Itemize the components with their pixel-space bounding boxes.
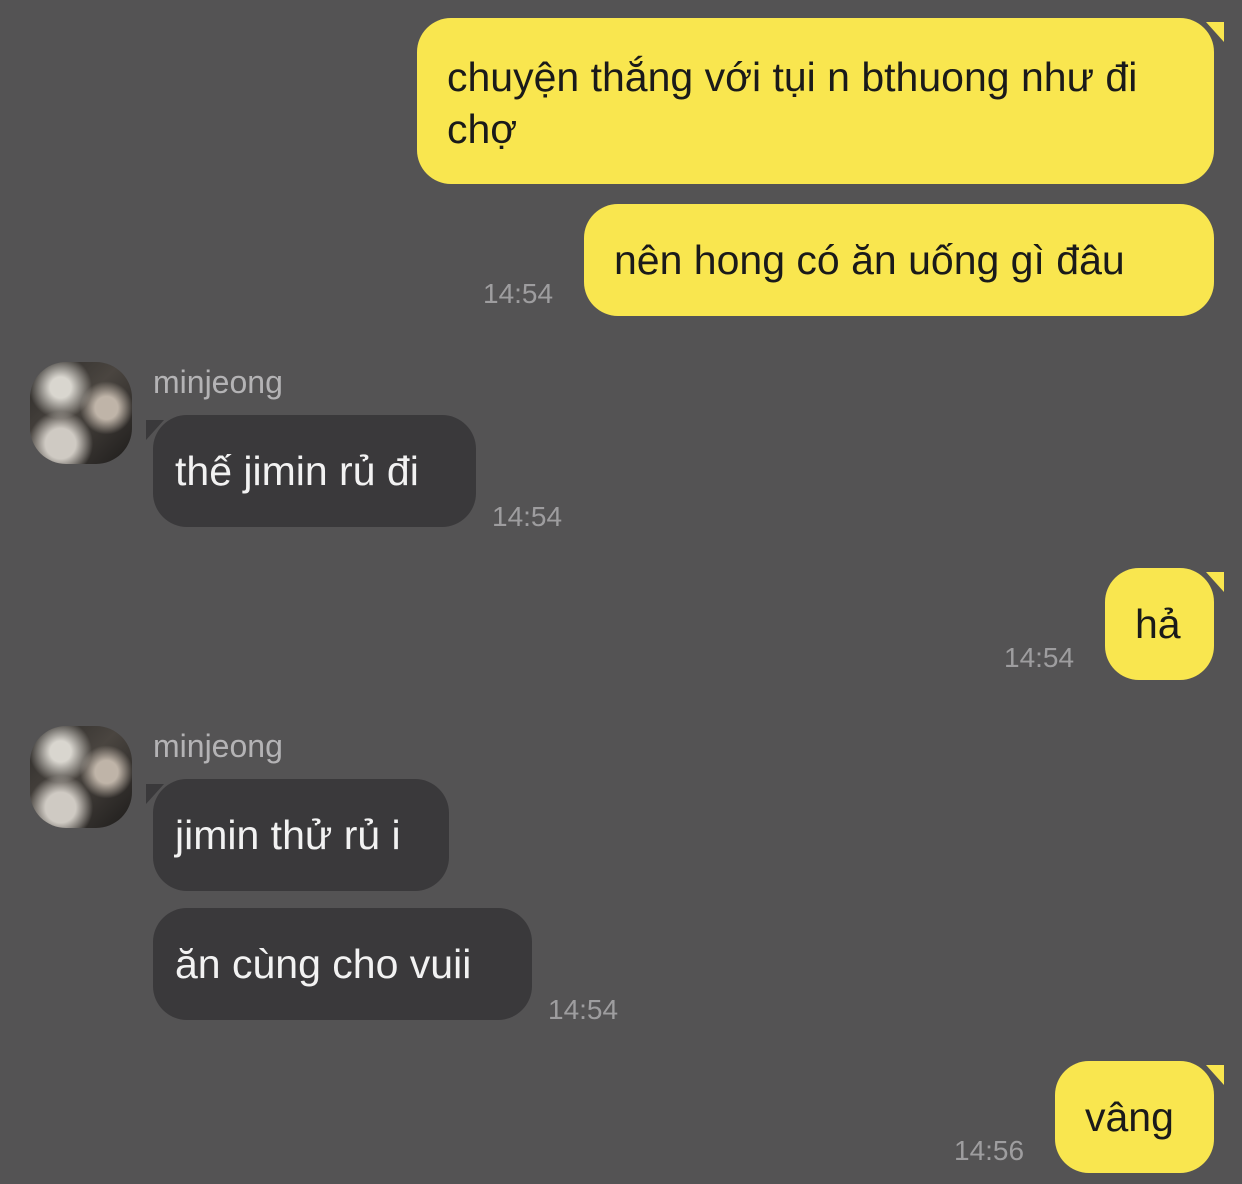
incoming-message-bubble[interactable]: jimin thử rủ i: [153, 779, 449, 891]
message-timestamp: 14:54: [492, 501, 563, 532]
outgoing-message-bubble[interactable]: hả: [1105, 568, 1214, 680]
incoming-message-bubble[interactable]: thế jimin rủ đi: [153, 415, 476, 527]
message-timestamp: 14:54: [548, 994, 619, 1025]
incoming-message-bubble[interactable]: ăn cùng cho vuii: [153, 908, 532, 1020]
message-text: jimin thử rủ i: [175, 812, 401, 858]
message-timestamp: 14:54: [483, 278, 554, 309]
bubble-tail: [1206, 1065, 1224, 1085]
message-timestamp: 14:56: [954, 1135, 1025, 1166]
message-text: thế jimin rủ đi: [175, 448, 419, 494]
bubble-tail: [1206, 22, 1224, 42]
message-timestamp: 14:54: [1004, 642, 1075, 673]
bubble-tail: [1206, 572, 1224, 592]
message-text: hả: [1135, 601, 1181, 647]
outgoing-message-bubble[interactable]: nên hong có ăn uống gì đâu: [584, 204, 1214, 316]
outgoing-message-bubble[interactable]: vâng: [1055, 1061, 1214, 1173]
sender-name: minjeong: [153, 728, 283, 764]
message-text: nên hong có ăn uống gì đâu: [614, 237, 1125, 283]
message-text: vâng: [1085, 1094, 1174, 1140]
avatar[interactable]: [30, 362, 132, 464]
outgoing-message-bubble[interactable]: chuyện thắng với tụi n bthuong như đi ch…: [417, 18, 1214, 184]
message-text: chuyện thắng với tụi n bthuong như đi ch…: [447, 54, 1138, 152]
message-text: ăn cùng cho vuii: [175, 941, 472, 987]
sender-name: minjeong: [153, 364, 283, 400]
avatar[interactable]: [30, 726, 132, 828]
